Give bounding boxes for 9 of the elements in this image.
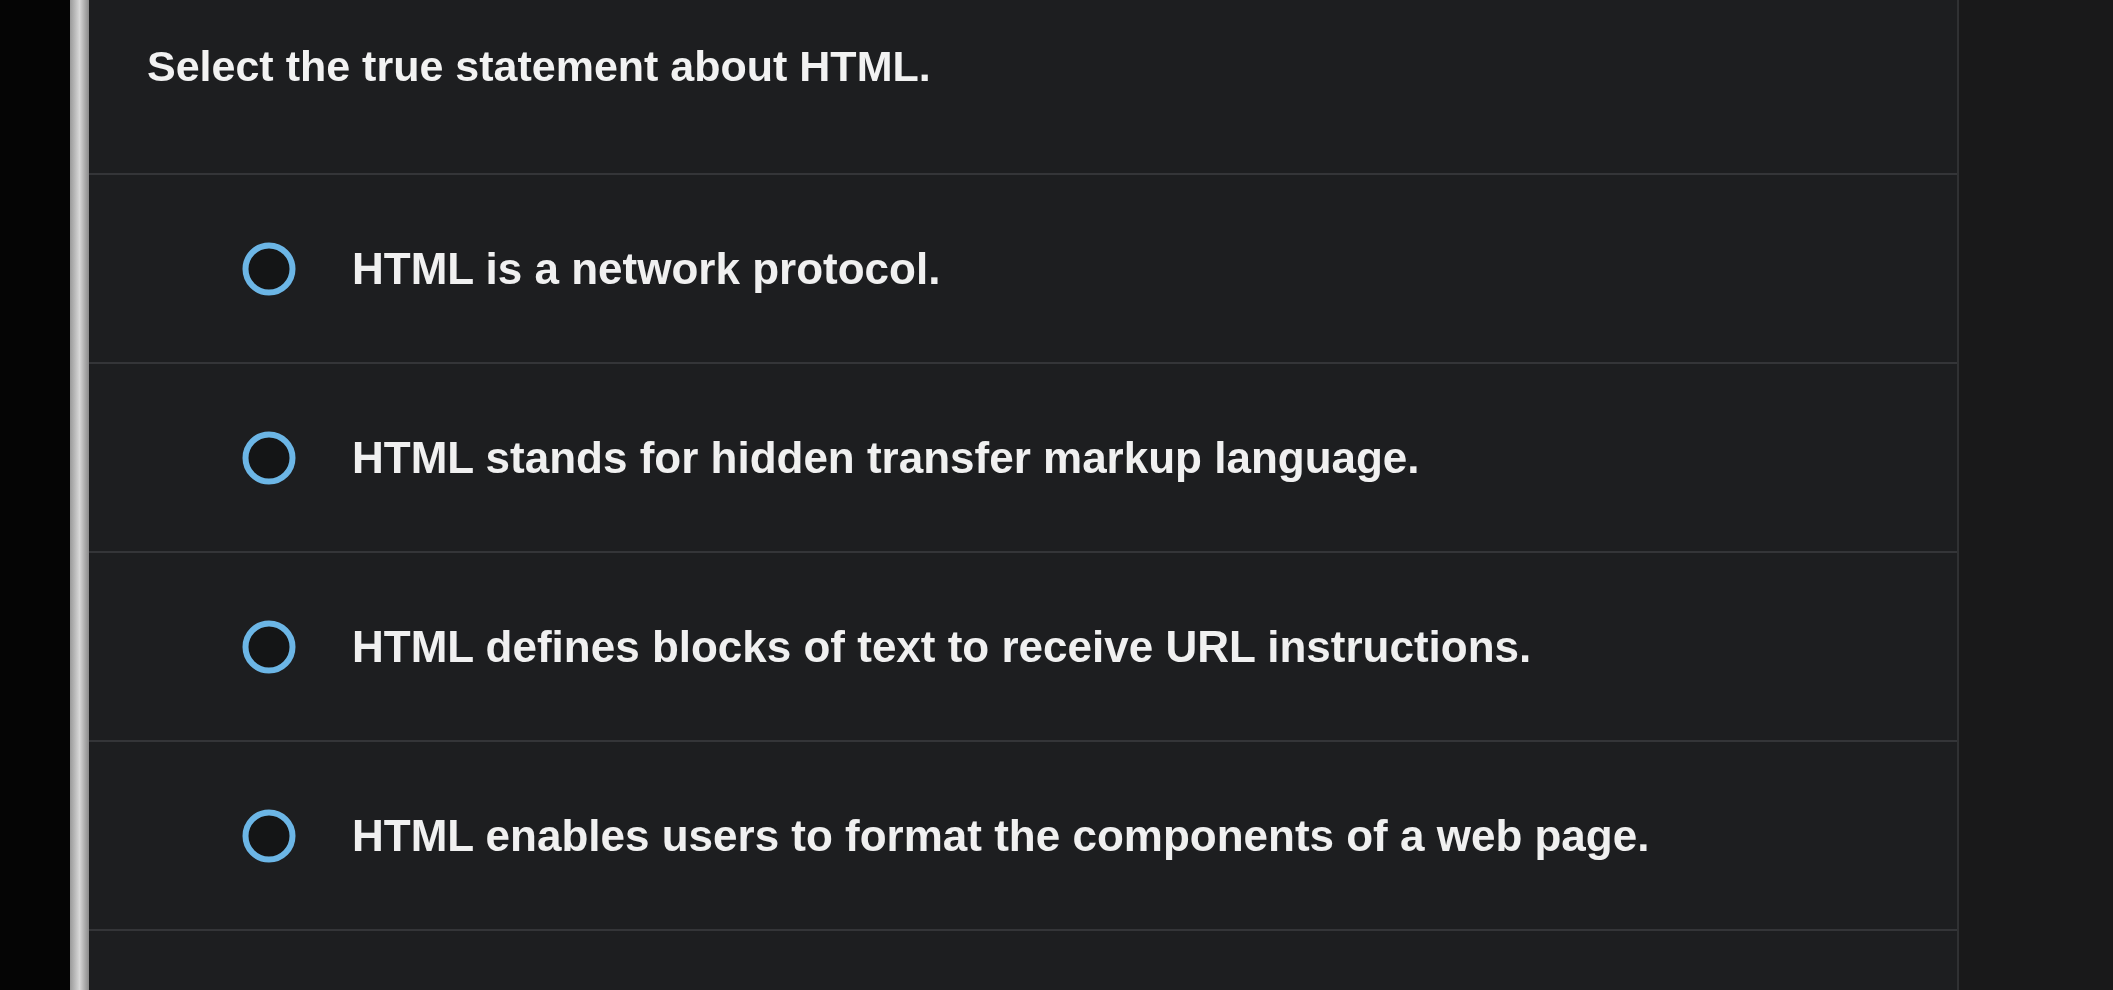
question-text: Select the true statement about HTML. [147,41,931,92]
radio-button[interactable] [242,241,296,296]
radio-button[interactable] [242,808,296,863]
option-label: HTML enables users to format the components of a web page. [352,809,1650,862]
radio-button[interactable] [242,430,296,485]
option-label: HTML is a network protocol. [352,242,941,295]
option-label: HTML defines blocks of text to receive URL instructions. [352,620,1532,673]
radio-button[interactable] [242,619,296,674]
option-label: HTML stands for hidden transfer markup language. [352,431,1420,484]
